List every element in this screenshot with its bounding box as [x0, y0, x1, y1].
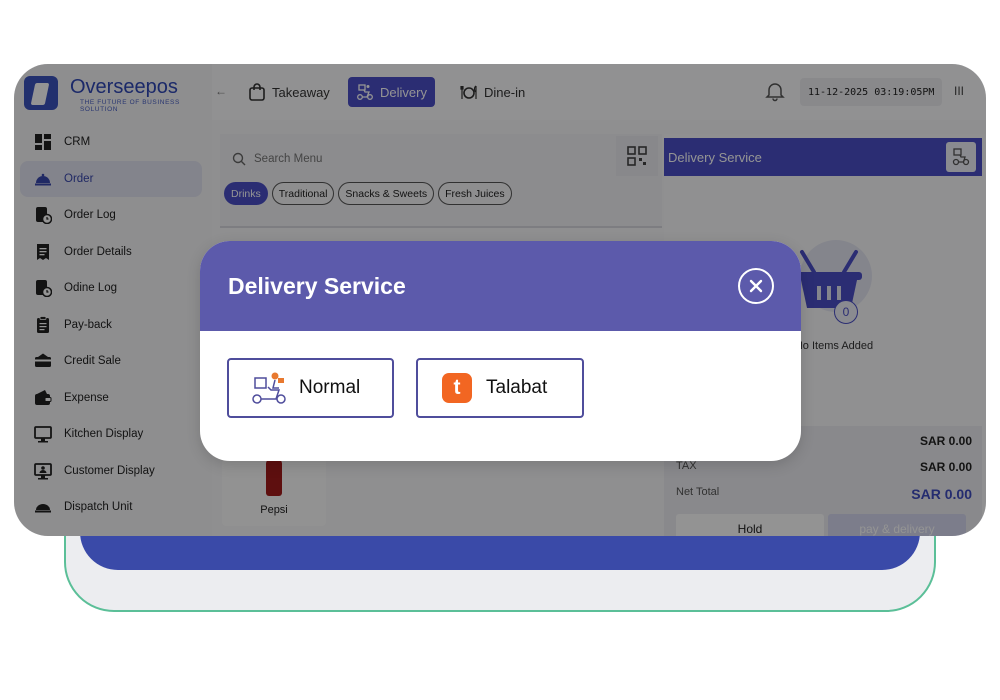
- modal-header: Delivery Service: [200, 241, 801, 331]
- delivery-option-normal[interactable]: Normal: [227, 358, 394, 418]
- close-icon: [749, 279, 763, 293]
- option-label: Talabat: [486, 377, 548, 398]
- option-label: Normal: [299, 377, 361, 398]
- delivery-scooter-icon: [249, 368, 289, 408]
- modal-title: Delivery Service: [228, 273, 406, 299]
- talabat-logo-icon: t: [442, 373, 472, 403]
- delivery-service-modal: Delivery Service Normal t Talabat: [200, 241, 801, 461]
- delivery-option-talabat[interactable]: t Talabat: [416, 358, 584, 418]
- close-button[interactable]: [738, 268, 774, 304]
